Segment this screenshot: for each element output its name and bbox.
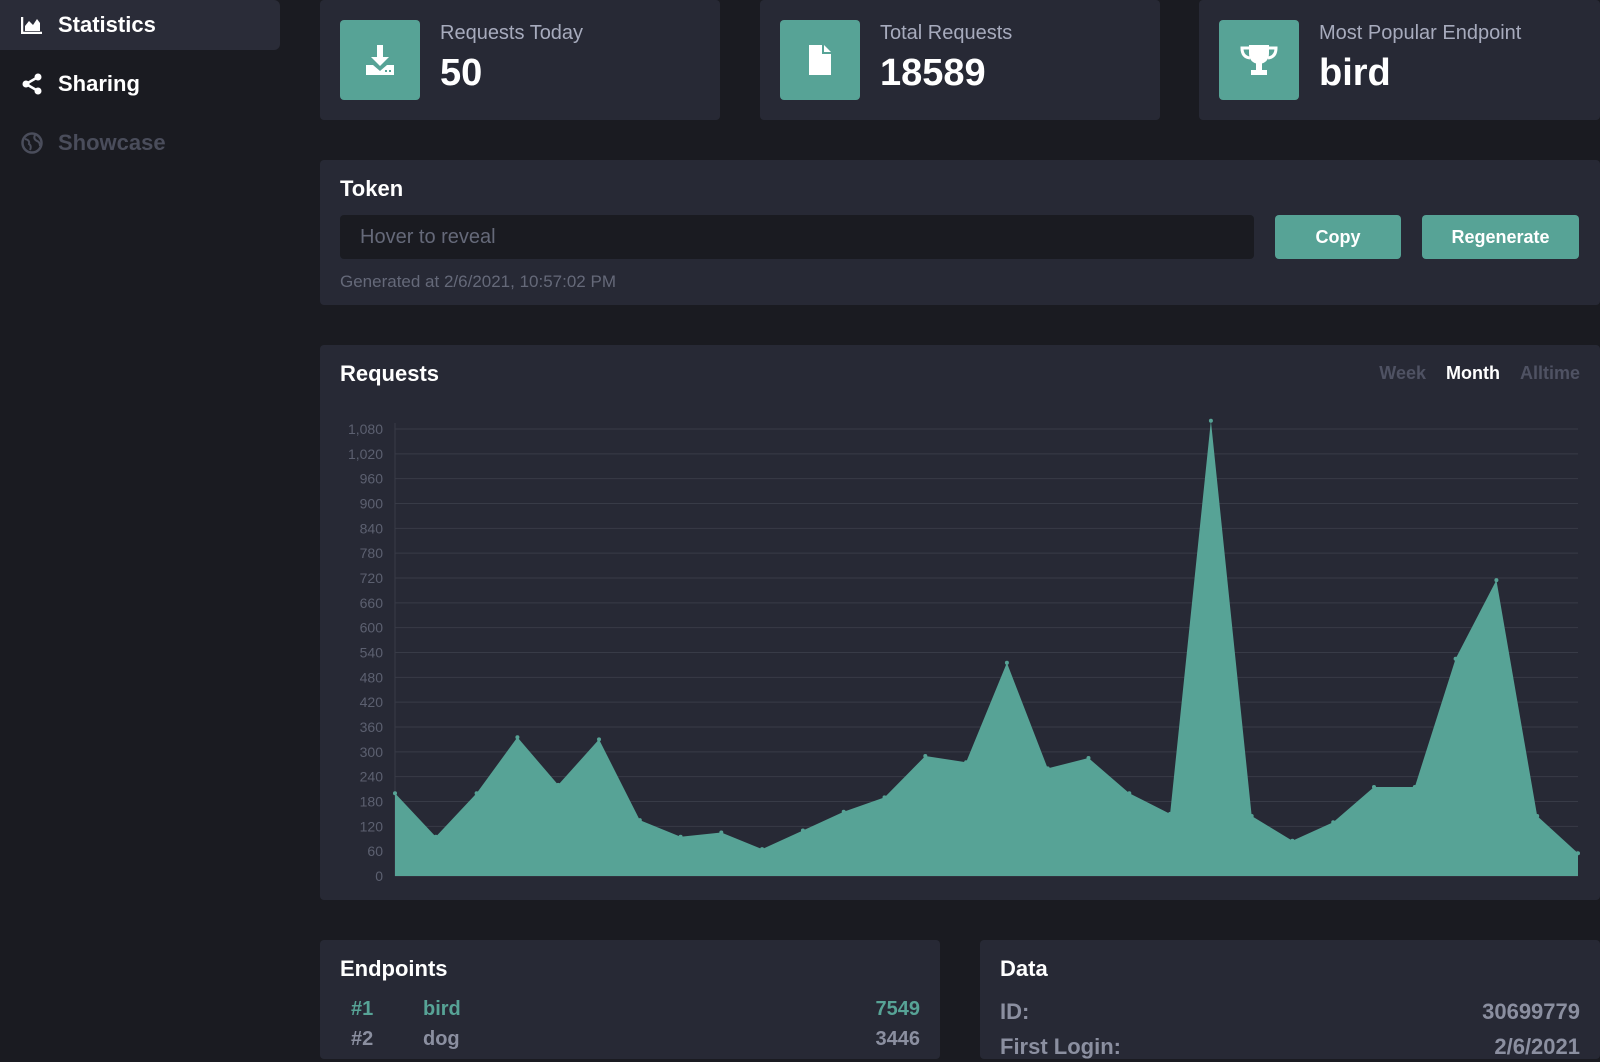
data-point[interactable] (1412, 785, 1417, 789)
data-point[interactable] (1045, 766, 1050, 771)
data-point[interactable] (433, 834, 438, 839)
sidebar-item-showcase[interactable]: Showcase (0, 118, 280, 168)
y-tick-label: 420 (360, 694, 384, 710)
data-value: 30699779 (1482, 999, 1580, 1024)
y-tick-label: 0 (375, 868, 383, 884)
data-point[interactable] (800, 828, 805, 833)
data-point[interactable] (1372, 785, 1376, 789)
data-point[interactable] (1535, 814, 1540, 818)
requests-card: Requests Week Month Alltime 0 60 120 180 240… (320, 345, 1600, 900)
data-point[interactable] (678, 834, 683, 839)
data-point[interactable] (474, 791, 479, 796)
sidebar-item-sharing[interactable]: Sharing (0, 59, 280, 109)
stat-card-total-requests: Total Requests 18589 (760, 0, 1160, 120)
stat-value: 50 (440, 52, 483, 94)
requests-area-chart: 0 60 120 180 240 300 360 420 480 540 600 660 720 780 8… (348, 418, 1580, 884)
sidebar-item-label: Showcase (58, 130, 166, 155)
y-tick-label: 1,020 (348, 446, 383, 462)
data-point[interactable] (1208, 418, 1213, 423)
y-tick-label: 600 (360, 620, 384, 636)
stat-card-requests-today: Requests Today 50 (320, 0, 720, 120)
data-point[interactable] (760, 847, 765, 852)
data-card: Data ID: 30699779 First Login: 2/6/2021 (980, 940, 1600, 1059)
data-point[interactable] (637, 818, 642, 823)
endpoint-count: 7549 (875, 998, 921, 1020)
y-tick-label: 300 (360, 744, 384, 760)
token-generated-timestamp: Generated at 2/6/2021, 10:57:02 PM (340, 272, 616, 291)
data-row: First Login: 2/6/2021 (980, 1034, 1600, 1062)
data-point[interactable] (1086, 756, 1091, 760)
endpoint-name[interactable]: bird (423, 998, 461, 1021)
y-tick-label: 1,080 (348, 421, 383, 437)
data-row: ID: 30699779 (980, 999, 1600, 1027)
sidebar-item-label: Sharing (58, 71, 140, 96)
sidebar: Statistics Sharing Showcase (0, 0, 280, 1059)
y-tick-label: 900 (360, 496, 384, 512)
data-point[interactable] (1168, 811, 1173, 816)
y-tick-label: 840 (360, 520, 384, 536)
share-icon (20, 72, 44, 96)
stat-label: Total Requests (880, 22, 1013, 44)
y-tick-label: 240 (360, 769, 384, 785)
regenerate-button[interactable]: Regenerate (1422, 215, 1579, 259)
y-tick-label: 360 (360, 719, 384, 735)
y-tick-label: 660 (360, 595, 384, 611)
data-point[interactable] (556, 782, 561, 787)
stat-label: Most Popular Endpoint (1319, 22, 1522, 44)
data-point[interactable] (1331, 820, 1336, 825)
endpoint-name[interactable]: dog (423, 1028, 460, 1051)
data-title: Data (1000, 956, 1048, 981)
data-point[interactable] (597, 737, 601, 742)
endpoint-row: #1 bird 7549 (320, 998, 940, 1024)
y-tick-label: 540 (360, 645, 384, 661)
data-point[interactable] (923, 754, 928, 758)
data-point[interactable] (393, 791, 397, 796)
file-icon (780, 20, 860, 100)
stat-value: 18589 (880, 52, 986, 94)
area-chart-icon (20, 13, 44, 37)
data-point[interactable] (1004, 660, 1009, 665)
data-key: ID: (1000, 999, 1030, 1024)
copy-button[interactable]: Copy (1275, 215, 1401, 259)
token-field[interactable]: Hover to reveal (340, 215, 1254, 259)
data-key: First Login: (1000, 1034, 1121, 1059)
endpoint-row: #2 dog 3446 (320, 1028, 940, 1054)
y-tick-label: 960 (360, 471, 384, 487)
data-point[interactable] (1127, 791, 1132, 796)
data-point[interactable] (882, 795, 887, 800)
globe-icon (20, 131, 44, 155)
data-point[interactable] (841, 809, 846, 814)
data-point[interactable] (1249, 814, 1254, 818)
data-point[interactable] (1576, 851, 1580, 856)
endpoint-rank: #2 (351, 1028, 374, 1050)
data-point[interactable] (964, 760, 969, 765)
data-value: 2/6/2021 (1494, 1034, 1580, 1059)
y-tick-label: 480 (360, 669, 384, 685)
data-point[interactable] (719, 830, 724, 835)
data-point[interactable] (1494, 578, 1499, 583)
data-point[interactable] (1290, 838, 1295, 843)
stat-value: bird (1319, 52, 1391, 94)
y-tick-label: 60 (367, 843, 383, 859)
y-tick-label: 780 (360, 545, 384, 561)
endpoint-rank: #1 (351, 998, 374, 1020)
trophy-icon (1219, 20, 1299, 100)
requests-area-series[interactable] (395, 420, 1578, 876)
sidebar-item-label: Statistics (58, 12, 156, 37)
data-point[interactable] (515, 735, 520, 740)
data-point[interactable] (1453, 656, 1458, 661)
sidebar-item-statistics[interactable]: Statistics (0, 0, 280, 50)
y-tick-label: 180 (360, 794, 384, 810)
stat-label: Requests Today (440, 22, 584, 44)
token-card: Token Hover to reveal Copy Regenerate Ge… (320, 160, 1600, 305)
endpoints-card: Endpoints #1 bird 7549 #2 dog 3446 (320, 940, 940, 1059)
stat-card-popular-endpoint: Most Popular Endpoint bird (1199, 0, 1600, 120)
y-tick-label: 120 (360, 818, 384, 834)
token-title: Token (340, 176, 404, 201)
endpoint-count: 3446 (875, 1028, 921, 1050)
y-tick-label: 720 (360, 570, 384, 586)
endpoints-title: Endpoints (340, 956, 448, 981)
download-icon (340, 20, 420, 100)
